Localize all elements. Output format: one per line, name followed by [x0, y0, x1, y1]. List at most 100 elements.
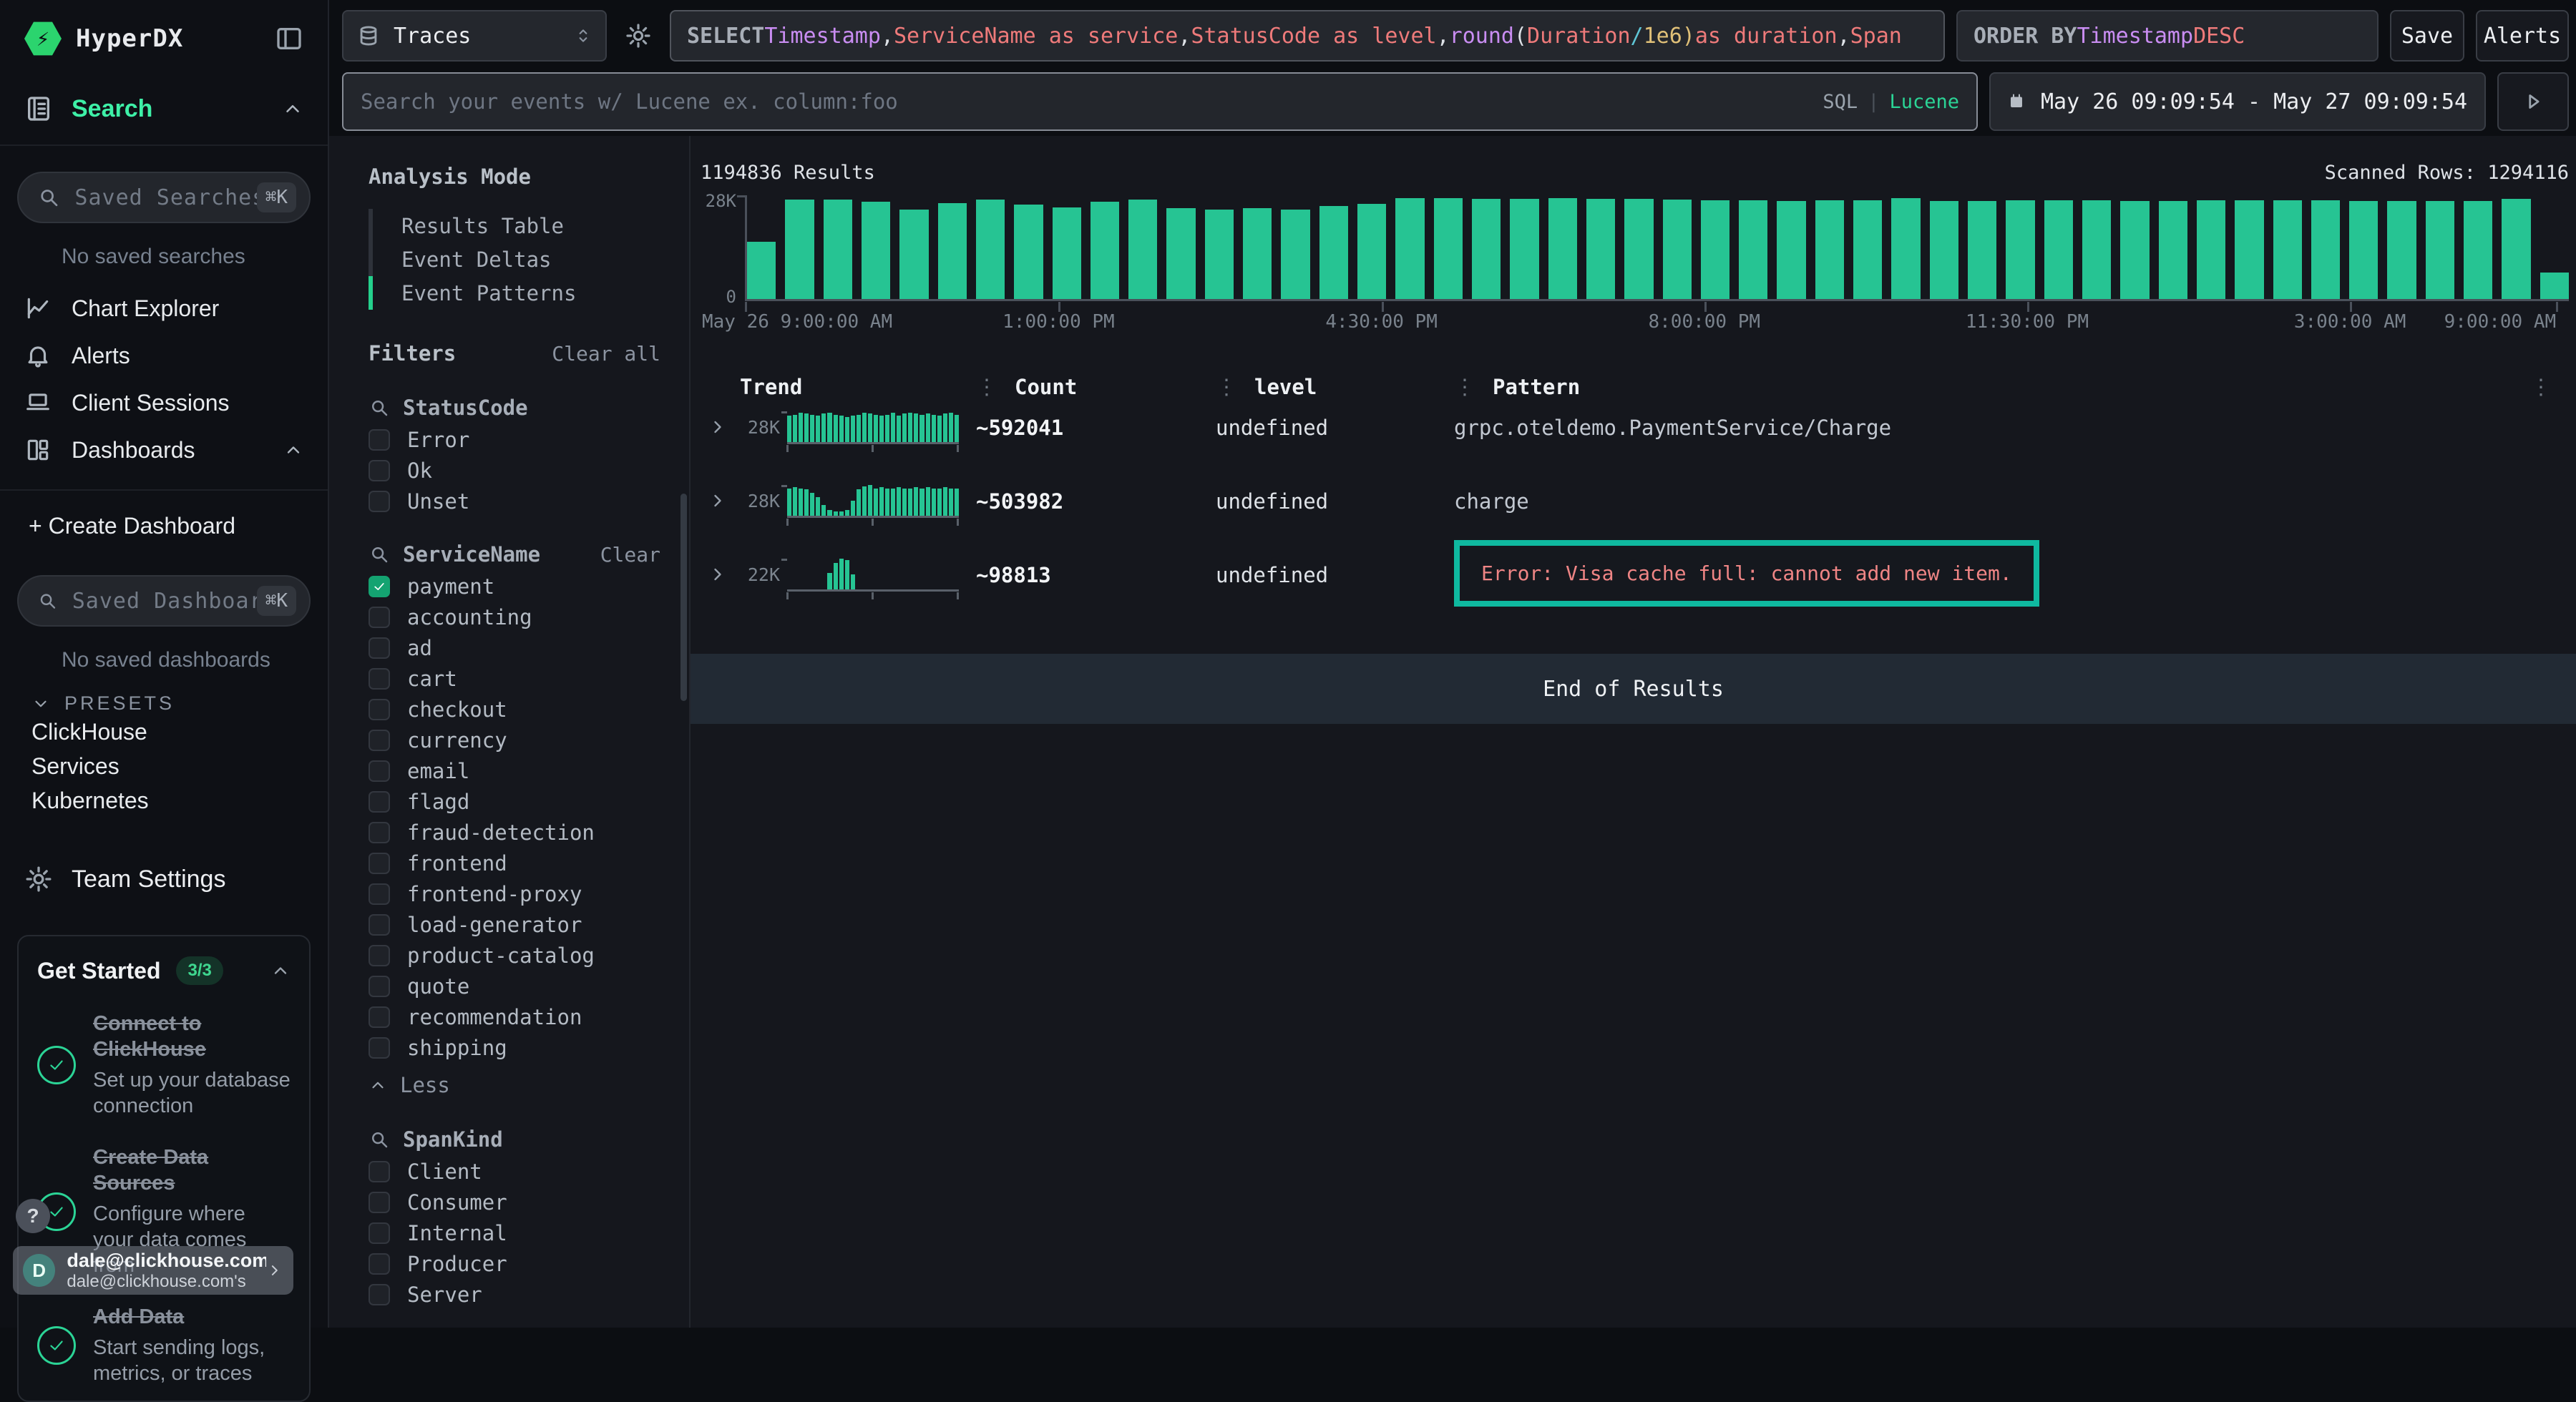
histogram-bar[interactable]: [2197, 200, 2225, 299]
mode-event-deltas[interactable]: Event Deltas: [369, 242, 660, 276]
filter-clear-link[interactable]: Clear: [600, 543, 660, 567]
histogram-bar[interactable]: [1091, 202, 1119, 299]
filter-option[interactable]: frontend: [369, 853, 660, 874]
show-less-toggle[interactable]: Less: [369, 1073, 660, 1097]
histogram-bar[interactable]: [1891, 198, 1920, 299]
histogram-bar[interactable]: [785, 200, 814, 299]
filter-option[interactable]: email: [369, 760, 660, 782]
histogram-bar[interactable]: [1586, 199, 1615, 299]
table-row[interactable]: 22K~98813undefinedError: Visa cache full…: [701, 554, 2569, 628]
filter-option[interactable]: currency: [369, 730, 660, 751]
histogram-bar[interactable]: [2159, 201, 2187, 299]
histogram-bar[interactable]: [1663, 200, 1692, 299]
histogram-bar[interactable]: [1014, 205, 1043, 299]
sidebar-item-chart-explorer[interactable]: Chart Explorer: [0, 285, 328, 332]
presets-toggle[interactable]: PRESETS: [0, 692, 328, 715]
filter-option[interactable]: Consumer: [369, 1192, 660, 1213]
histogram-bar[interactable]: [2235, 200, 2263, 299]
histogram-bar[interactable]: [2387, 201, 2416, 299]
histogram-bar[interactable]: [2082, 200, 2111, 299]
checkbox-icon[interactable]: [369, 945, 390, 966]
histogram-bar[interactable]: [747, 242, 776, 299]
column-header-count[interactable]: ⋮Count: [976, 375, 1216, 400]
histogram-bar[interactable]: [2426, 201, 2454, 299]
histogram-bar[interactable]: [938, 203, 967, 299]
lucene-toggle[interactable]: Lucene: [1889, 91, 1959, 113]
sidebar-collapse-icon[interactable]: [275, 24, 303, 53]
checkbox-icon[interactable]: [369, 607, 390, 628]
column-separator-icon[interactable]: ⋮: [1454, 375, 1475, 400]
alerts-button[interactable]: Alerts: [2476, 10, 2569, 62]
checkbox-icon[interactable]: [369, 760, 390, 782]
filter-option[interactable]: quote: [369, 976, 660, 997]
checkbox-icon[interactable]: [369, 429, 390, 451]
source-settings-button[interactable]: [618, 10, 658, 62]
mode-event-patterns[interactable]: Event Patterns: [369, 276, 660, 310]
histogram-bar[interactable]: [1205, 210, 1234, 299]
profile-chip[interactable]: D dale@clickhouse.com dale@clickhouse.co…: [13, 1246, 293, 1295]
order-by-editor[interactable]: ORDER BY Timestamp DESC: [1956, 10, 2379, 62]
filter-option[interactable]: Client: [369, 1161, 660, 1182]
filter-option[interactable]: Internal: [369, 1222, 660, 1244]
create-dashboard-button[interactable]: + Create Dashboard: [0, 502, 328, 549]
preset-services[interactable]: Services: [0, 749, 328, 783]
column-header-trend[interactable]: Trend: [740, 375, 976, 399]
table-row[interactable]: 28K~592041undefinedgrpc.oteldemo.Payment…: [701, 407, 2569, 481]
sidebar-item-alerts[interactable]: Alerts: [0, 332, 328, 379]
filter-option[interactable]: Server: [369, 1284, 660, 1305]
column-header-pattern[interactable]: ⋮Pattern: [1454, 375, 2569, 400]
saved-dashboards-input[interactable]: Saved Dashboards ⌘K: [17, 575, 311, 627]
histogram-bar[interactable]: [1853, 200, 1882, 299]
filter-option[interactable]: Ok: [369, 460, 660, 481]
histogram-bar[interactable]: [2540, 273, 2569, 299]
filter-option[interactable]: ad: [369, 637, 660, 659]
filter-option[interactable]: checkout: [369, 699, 660, 720]
column-header-level[interactable]: ⋮level: [1216, 375, 1454, 400]
filter-option[interactable]: Error: [369, 429, 660, 451]
filter-option[interactable]: Producer: [369, 1253, 660, 1275]
histogram-bar[interactable]: [1434, 198, 1463, 299]
histogram-bar[interactable]: [1510, 199, 1538, 299]
save-button[interactable]: Save: [2390, 10, 2464, 62]
histogram-bar[interactable]: [862, 202, 890, 299]
table-options-icon[interactable]: ⋮: [2530, 375, 2552, 400]
histogram-bar[interactable]: [2349, 201, 2378, 299]
checkbox-icon[interactable]: [369, 699, 390, 720]
checkbox-icon[interactable]: [369, 460, 390, 481]
get-started-item[interactable]: Connect to ClickHouseSet up your databas…: [37, 1011, 291, 1119]
checkbox-icon[interactable]: [369, 1284, 390, 1305]
checkbox-icon[interactable]: [369, 637, 390, 659]
filter-option[interactable]: accounting: [369, 607, 660, 628]
histogram-bar[interactable]: [2464, 201, 2492, 299]
histogram-bar[interactable]: [1548, 198, 1577, 299]
get-started-item[interactable]: Add DataStart sending logs, metrics, or …: [37, 1304, 291, 1386]
histogram-bar[interactable]: [1128, 200, 1157, 299]
sidebar-item-team-settings[interactable]: Team Settings: [0, 858, 328, 901]
histogram-bar[interactable]: [1815, 200, 1844, 299]
checkbox-icon[interactable]: [369, 730, 390, 751]
checkbox-icon[interactable]: [369, 914, 390, 936]
histogram-bar[interactable]: [1624, 199, 1653, 299]
histogram-bar[interactable]: [1739, 200, 1767, 299]
get-started-header[interactable]: Get Started 3/3: [37, 956, 291, 985]
histogram-bar[interactable]: [2044, 200, 2073, 299]
mode-results-table[interactable]: Results Table: [369, 209, 660, 242]
histogram-bars[interactable]: [745, 195, 2569, 301]
preset-kubernetes[interactable]: Kubernetes: [0, 783, 328, 818]
sidebar-item-client-sessions[interactable]: Client Sessions: [0, 379, 328, 426]
filter-option[interactable]: frontend-proxy: [369, 883, 660, 905]
histogram-bar[interactable]: [2273, 200, 2302, 299]
row-expander[interactable]: [701, 407, 740, 440]
histogram-bar[interactable]: [2006, 200, 2034, 299]
column-separator-icon[interactable]: ⋮: [1216, 375, 1237, 400]
filter-option[interactable]: shipping: [369, 1037, 660, 1059]
checkbox-icon[interactable]: [369, 1161, 390, 1182]
checkbox-checked-icon[interactable]: [369, 576, 390, 597]
filter-option[interactable]: flagd: [369, 791, 660, 813]
clear-all-link[interactable]: Clear all: [552, 342, 660, 366]
saved-searches-input[interactable]: Saved Searches ⌘K: [17, 172, 311, 223]
filter-option[interactable]: product-catalog: [369, 945, 660, 966]
histogram-bar[interactable]: [1968, 201, 1996, 299]
row-expander[interactable]: [701, 481, 740, 514]
histogram-bar[interactable]: [1319, 206, 1348, 300]
